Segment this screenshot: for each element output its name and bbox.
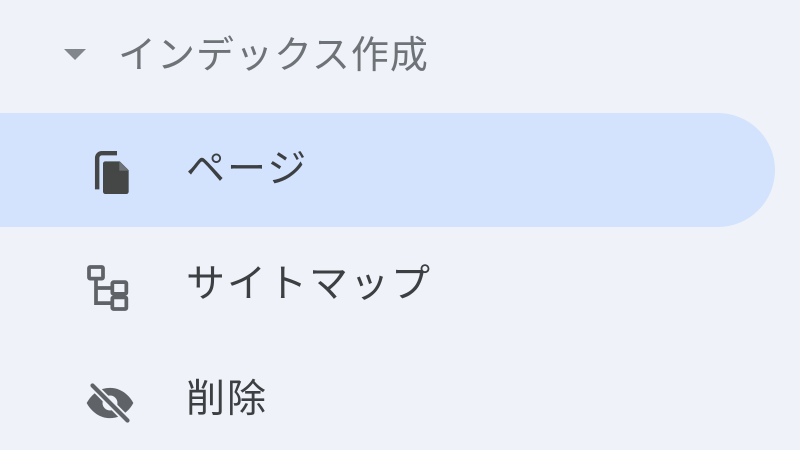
sidebar-item-sitemaps[interactable]: サイトマップ — [0, 228, 775, 342]
sidebar-item-sitemaps-label: サイトマップ — [186, 262, 433, 307]
sidebar-item-pages-label: ページ — [186, 147, 309, 192]
sitemap-icon — [82, 260, 138, 316]
sidebar-item-removals-label: 削除 — [186, 377, 269, 422]
section-header-label: インデックス作成 — [118, 33, 429, 77]
eye-off-icon — [82, 375, 138, 431]
sidebar-item-removals[interactable]: 削除 — [0, 343, 775, 450]
section-header-indexing[interactable]: インデックス作成 — [0, 0, 800, 112]
sidebar-nav: インデックス作成 ページ サイトマップ 削除 — [0, 0, 800, 450]
caret-down-icon — [64, 49, 86, 60]
sidebar-item-pages[interactable]: ページ — [0, 113, 775, 227]
pages-icon — [82, 145, 138, 201]
